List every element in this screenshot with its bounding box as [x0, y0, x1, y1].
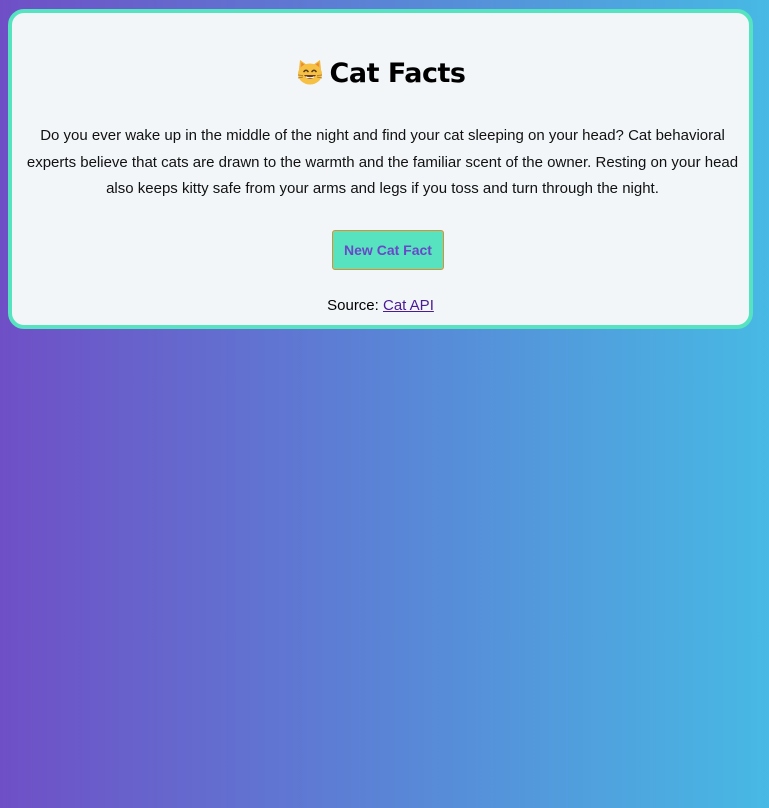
- new-cat-fact-button[interactable]: New Cat Fact: [332, 230, 444, 270]
- cat-fact-text: Do you ever wake up in the middle of the…: [26, 127, 739, 197]
- page-title-text: Cat Facts: [329, 58, 466, 89]
- cat-fact-card: Cat Facts Do you ever wake up in the mid…: [8, 9, 753, 329]
- source-line: Source: Cat API: [12, 296, 749, 316]
- cat-api-link[interactable]: Cat API: [383, 297, 434, 314]
- page-title: Cat Facts: [12, 54, 749, 94]
- source-label: Source:: [327, 297, 379, 314]
- page-background: { "header": { "icon": "grinning-cat-emoj…: [0, 0, 769, 808]
- grinning-cat-emoji-icon: [296, 58, 324, 86]
